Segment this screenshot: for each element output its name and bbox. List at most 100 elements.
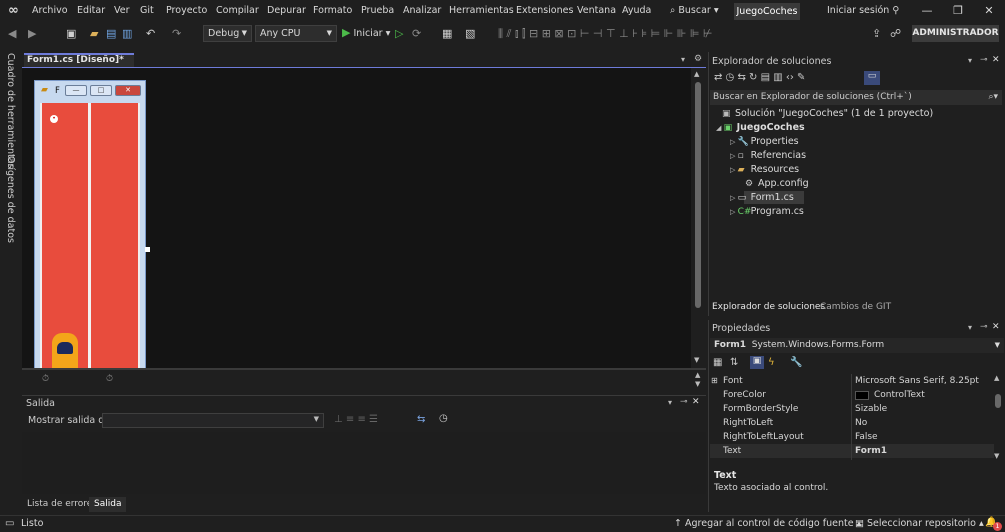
solution-toolbar-icon[interactable]: ⇄ ◷ ⇆ ↻ ▤ ▥ ‹› ✎	[714, 72, 805, 83]
menu-extensiones[interactable]: Extensiones	[516, 5, 573, 16]
collapsed-icon[interactable]: ▷	[730, 194, 738, 202]
layout-icon[interactable]: ▧	[465, 27, 475, 40]
status-comment-icon[interactable]: ▭	[5, 518, 14, 529]
scroll-down-icon[interactable]: ▼	[994, 452, 999, 460]
property-value[interactable]: Microsoft Sans Serif, 8.25pt	[855, 374, 979, 388]
configuration-select[interactable]: Debug ▼	[203, 25, 252, 42]
panel-menu-icon[interactable]: ▾	[668, 398, 672, 407]
scroll-up-icon[interactable]: ▲	[994, 374, 999, 382]
menu-git[interactable]: Git	[140, 5, 154, 16]
output-text-area[interactable]	[22, 432, 706, 494]
pin-icon[interactable]: ⊸	[680, 397, 688, 407]
timer-component-icon[interactable]: ⏱	[106, 374, 113, 384]
feedback-icon[interactable]: ☍	[890, 27, 901, 40]
tree-item-form1[interactable]: ▷ ▭ Form1.cs	[730, 192, 794, 203]
panel-menu-icon[interactable]: ▾	[968, 323, 972, 332]
scroll-up-icon[interactable]: ▲	[694, 70, 699, 78]
active-view-icon[interactable]: ▭	[864, 71, 880, 85]
close-icon[interactable]: ✕	[974, 4, 1004, 17]
form-title-bar[interactable]: ▰ F — □ ✕	[35, 81, 145, 101]
menu-prueba[interactable]: Prueba	[361, 5, 394, 16]
form-maximize-icon[interactable]: □	[90, 85, 112, 96]
menu-compilar[interactable]: Compilar	[216, 5, 259, 16]
property-pages-icon[interactable]: 🔧	[790, 357, 802, 368]
tree-item-program[interactable]: ▷ C#Program.cs	[730, 206, 804, 217]
settings-gear-icon[interactable]: ⚙	[694, 54, 702, 64]
property-row-font[interactable]: ⊞ Font Microsoft Sans Serif, 8.25pt	[710, 374, 994, 388]
road-panel[interactable]: •	[40, 103, 140, 371]
alphabetical-icon[interactable]: ⇅	[730, 357, 738, 368]
platform-select[interactable]: Any CPU ▼	[255, 25, 337, 42]
select-repository-button[interactable]: ▤ Seleccionar repositorio ▴	[855, 518, 984, 529]
menu-editar[interactable]: Editar	[77, 5, 105, 16]
property-row-text[interactable]: Text Form1	[710, 444, 994, 458]
form-preview[interactable]: ▰ F — □ ✕ •	[34, 80, 146, 371]
scrollbar-thumb[interactable]	[995, 394, 1001, 408]
tree-item-properties[interactable]: ▷ 🔧 Properties	[730, 136, 799, 147]
output-tools-icon[interactable]: ⊥ ≡ ≡ ☰	[334, 414, 378, 425]
save-icon[interactable]: ▤	[106, 27, 116, 40]
tab-output[interactable]: Salida	[89, 497, 127, 512]
form-minimize-icon[interactable]: —	[65, 85, 87, 96]
word-wrap-icon[interactable]: ⇆	[417, 414, 425, 425]
tree-item-project[interactable]: ◢ ▣ JuegoCoches	[716, 122, 805, 133]
browser-link-icon[interactable]: ▦	[442, 27, 452, 40]
expanded-icon[interactable]: ◢	[716, 124, 724, 132]
save-all-icon[interactable]: ▥	[122, 27, 132, 40]
menu-proyecto[interactable]: Proyecto	[166, 5, 207, 16]
expand-icon[interactable]: ⊞	[711, 374, 718, 388]
menu-herramientas[interactable]: Herramientas	[449, 5, 514, 16]
form-resize-handle[interactable]	[145, 247, 150, 252]
open-folder-icon[interactable]: ▰	[90, 27, 98, 40]
tab-git-changes[interactable]: Cambios de GIT	[820, 302, 891, 312]
property-row-forecolor[interactable]: ForeColor ControlText	[710, 388, 994, 402]
menu-archivo[interactable]: Archivo	[32, 5, 68, 16]
toolbox-tab[interactable]: Cuadro de herramientas	[5, 53, 16, 169]
properties-column-divider[interactable]	[851, 374, 852, 460]
collapsed-icon[interactable]: ▷	[730, 138, 738, 146]
close-icon[interactable]: ✕	[992, 55, 1000, 65]
menu-ventana[interactable]: Ventana	[577, 5, 616, 16]
menu-analizar[interactable]: Analizar	[403, 5, 441, 16]
events-icon[interactable]: ϟ	[768, 357, 775, 368]
nav-forward-icon[interactable]: ▶	[28, 27, 36, 40]
close-icon[interactable]: ✕	[692, 397, 700, 407]
minimize-icon[interactable]: —	[912, 4, 942, 17]
tree-item-references[interactable]: ▷ ▫ Referencias	[730, 150, 806, 161]
property-value[interactable]: Sizable	[855, 402, 887, 416]
menu-ayuda[interactable]: Ayuda	[622, 5, 651, 16]
player-car-image[interactable]	[52, 333, 78, 371]
align-tools-icon[interactable]: ⫼ ⫽ ⫾ ⫿ ⊟ ⊞ ⊠ ⊡ ⊢ ⊣ ⊤ ⊥ ⊦ ⊧ ⊨ ⊩ ⊪ ⊫ ⊬	[498, 27, 713, 41]
properties-scrollbar[interactable]: ▲ ▼	[993, 374, 1003, 462]
solution-name-badge[interactable]: JuegoCoches	[734, 3, 800, 20]
menu-formato[interactable]: Formato	[313, 5, 352, 16]
property-row-righttoleftlayout[interactable]: RightToLeftLayout False	[710, 430, 994, 444]
property-value[interactable]: ControlText	[874, 388, 925, 402]
search-button[interactable]: ⌕ Buscar ▾	[670, 5, 719, 16]
collapsed-icon[interactable]: ▷	[730, 166, 738, 174]
tab-overflow-icon[interactable]: ▾	[681, 55, 685, 64]
solution-search-input[interactable]: Buscar en Explorador de soluciones (Ctrl…	[710, 90, 1002, 105]
property-row-formborderstyle[interactable]: FormBorderStyle Sizable	[710, 402, 994, 416]
collapsed-icon[interactable]: ▷	[730, 208, 738, 216]
menu-ver[interactable]: Ver	[114, 5, 130, 16]
scrollbar-thumb[interactable]	[695, 82, 701, 308]
property-value[interactable]: Form1	[855, 444, 887, 458]
pin-icon[interactable]: ⊸	[980, 322, 988, 332]
score-indicator-icon[interactable]: •	[50, 115, 58, 123]
start-button[interactable]: ▶ Iniciar ▾	[342, 26, 390, 39]
tree-item-solution[interactable]: ▣ Solución "JuegoCoches" (1 de 1 proyecto…	[722, 108, 933, 119]
categorized-icon[interactable]: ▦	[713, 357, 722, 368]
new-project-icon[interactable]: ▣	[66, 27, 76, 40]
collapsed-icon[interactable]: ▷	[730, 152, 738, 160]
maximize-icon[interactable]: ❐	[943, 4, 973, 17]
start-without-debug-icon[interactable]: ▷	[395, 27, 403, 40]
scroll-up-icon[interactable]: ▲	[695, 371, 700, 379]
panel-menu-icon[interactable]: ▾	[968, 56, 972, 65]
share-icon[interactable]: ⇪	[872, 27, 881, 40]
property-row-righttoleft[interactable]: RightToLeft No	[710, 416, 994, 430]
designer-scrollbar[interactable]: ▲ ▼	[691, 68, 706, 368]
visual-studio-logo-icon[interactable]: ∞	[8, 4, 22, 17]
property-value[interactable]: False	[855, 430, 878, 444]
redo-icon[interactable]: ↷	[172, 27, 181, 40]
